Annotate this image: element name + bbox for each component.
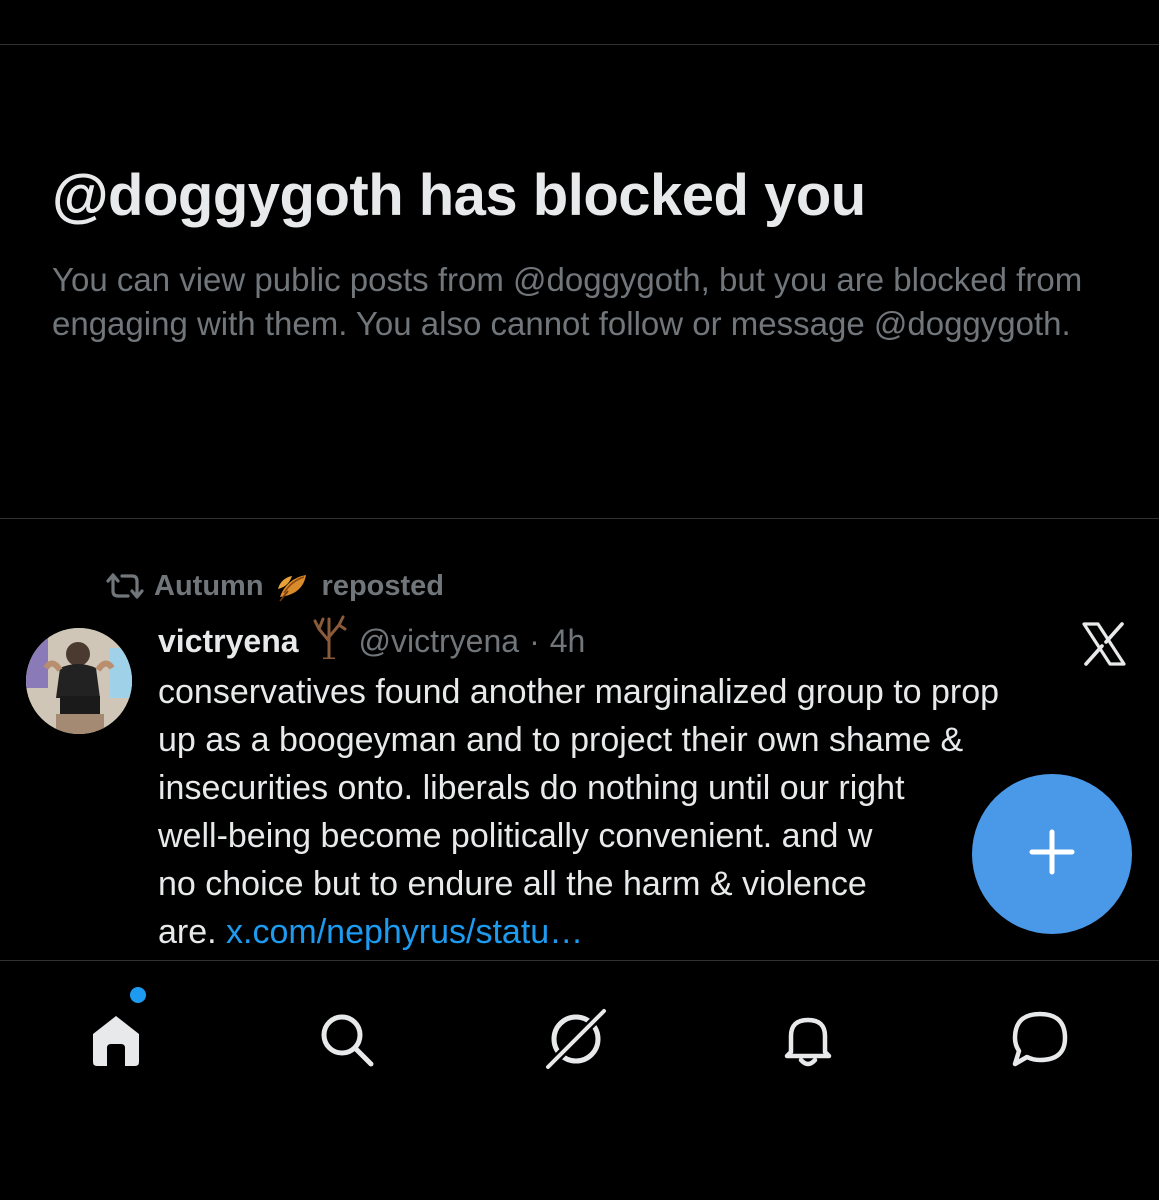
message-icon <box>1007 1006 1073 1077</box>
post-header: victryena @victryena · 4h <box>158 615 586 667</box>
plus-icon <box>1028 828 1076 881</box>
repost-icon <box>106 571 144 601</box>
home-notification-dot <box>130 987 146 1003</box>
profile-page: @doggygoth has blocked you You can view … <box>0 0 1159 1200</box>
grok-icon <box>540 1003 612 1080</box>
search-icon <box>315 1008 377 1075</box>
tree-emoji-icon <box>309 615 349 667</box>
blocked-title: @doggygoth has blocked you <box>52 163 866 228</box>
repost-suffix: reposted <box>321 569 445 602</box>
post-link[interactable]: x.com/nephyrus/statu… <box>226 913 583 951</box>
home-icon <box>85 1008 147 1075</box>
section-divider <box>0 518 1159 519</box>
blocked-notice: @doggygoth has blocked you You can view … <box>52 160 1112 346</box>
repost-indicator[interactable]: Autumn reposted <box>106 566 444 606</box>
author-handle[interactable]: @victryena <box>359 623 520 660</box>
post-timestamp[interactable]: 4h <box>550 623 586 660</box>
bottom-nav <box>0 961 1159 1200</box>
author-name[interactable]: victryena <box>158 623 299 660</box>
x-logo-icon <box>1080 620 1128 668</box>
compose-button[interactable] <box>972 774 1132 934</box>
bell-icon <box>777 1008 839 1075</box>
blocked-description: You can view public posts from @doggygot… <box>52 261 1083 342</box>
nav-search[interactable] <box>306 1001 386 1081</box>
nav-grok[interactable] <box>536 1001 616 1081</box>
leaf-emoji-icon <box>274 567 312 605</box>
author-avatar[interactable] <box>26 628 132 734</box>
nav-notifications[interactable] <box>768 1001 848 1081</box>
nav-messages[interactable] <box>1000 1001 1080 1081</box>
post-body-text: conservatives found another marginalized… <box>158 673 1000 951</box>
repost-user[interactable]: Autumn <box>154 570 264 603</box>
top-divider <box>0 44 1159 45</box>
meta-separator: · <box>529 622 540 659</box>
nav-home[interactable] <box>76 1001 156 1081</box>
